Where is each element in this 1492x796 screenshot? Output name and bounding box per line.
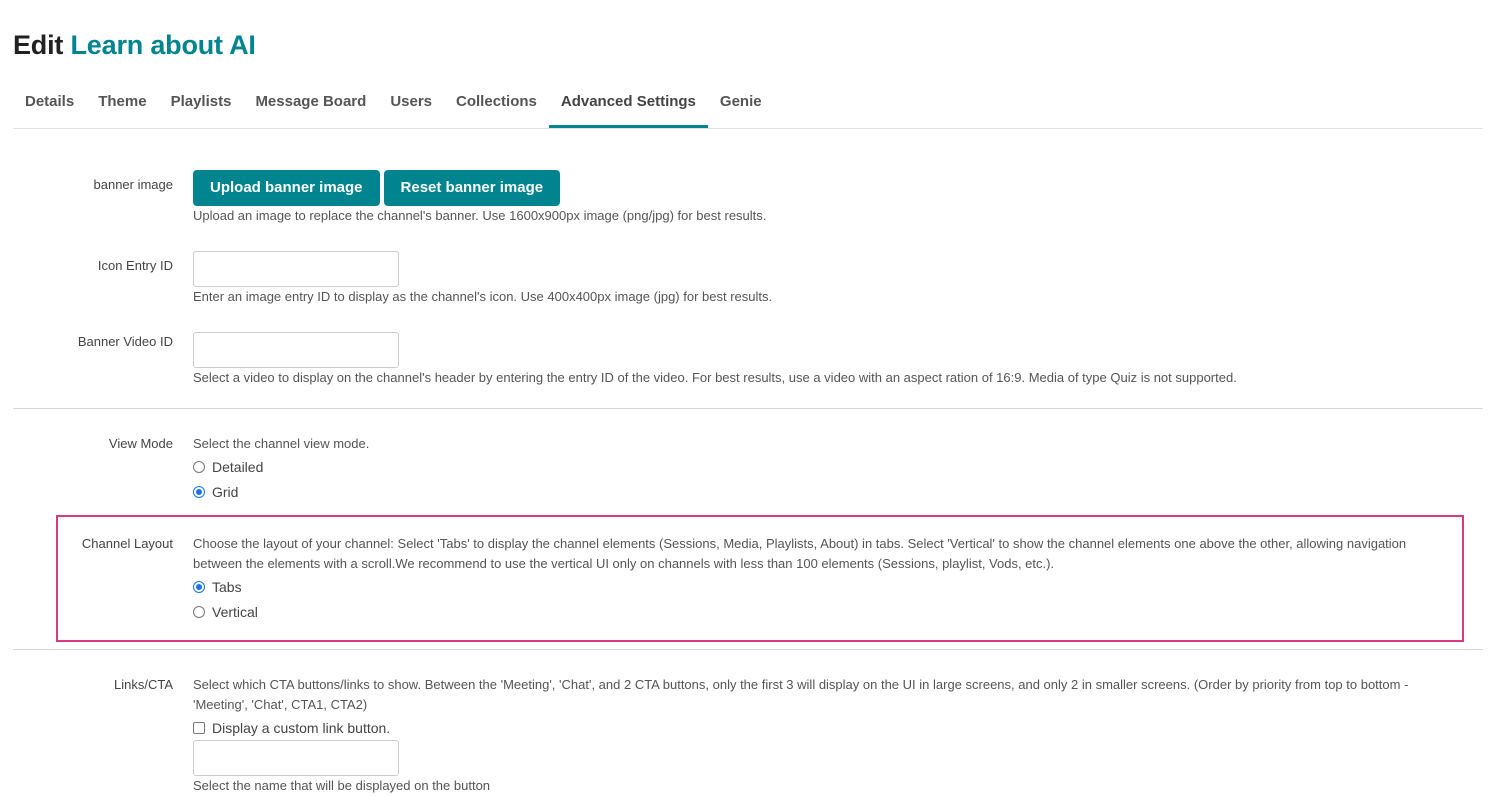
custom-link-name-help: Select the name that will be displayed o… [193, 778, 491, 793]
page-title-prefix: Edit [13, 30, 64, 60]
page-title: Edit Learn about AI [13, 26, 256, 64]
tab-bar: Details Theme Playlists Message Board Us… [13, 76, 1483, 129]
icon-entry-id-help: Enter an image entry ID to display as th… [193, 289, 773, 304]
view-mode-grid-radio[interactable] [193, 485, 205, 498]
icon-entry-id-input[interactable] [193, 251, 399, 287]
links-cta-description-line2: 'Meeting', 'Chat', CTA1, CTA2) [193, 697, 368, 712]
channel-layout-description-line2: between the elements with a scroll.We re… [193, 556, 1055, 571]
tab-users[interactable]: Users [378, 76, 444, 128]
channel-layout-option-tabs[interactable]: Tabs [193, 574, 1406, 599]
tab-playlists[interactable]: Playlists [159, 76, 244, 128]
icon-entry-id-label: Icon Entry ID [97, 258, 173, 273]
channel-layout-label: Channel Layout [81, 536, 173, 551]
view-mode-option-detailed[interactable]: Detailed [193, 454, 369, 479]
view-mode-label: View Mode [108, 436, 173, 451]
banner-video-id-input[interactable] [193, 332, 399, 368]
banner-image-label: banner image [93, 177, 174, 192]
section-divider [13, 649, 1483, 650]
banner-image-field: Upload banner image Reset banner image Up… [193, 170, 766, 226]
banner-video-id-label: Banner Video ID [77, 334, 173, 349]
tab-details[interactable]: Details [13, 76, 86, 128]
custom-link-name-input[interactable] [193, 740, 399, 776]
view-mode-option-grid[interactable]: Grid [193, 479, 369, 504]
view-mode-description: Select the channel view mode. [193, 436, 370, 451]
view-mode-detailed-radio[interactable] [193, 460, 205, 473]
view-mode-detailed-label: Detailed [212, 458, 264, 475]
channel-name: Learn about AI [70, 30, 256, 60]
view-mode-field: Select the channel view mode. Detailed G… [193, 434, 369, 504]
tab-collections[interactable]: Collections [444, 76, 549, 128]
section-divider [13, 408, 1483, 409]
tab-advanced-settings[interactable]: Advanced Settings [548, 76, 708, 128]
links-cta-description-line1: Select which CTA buttons/links to show. … [193, 677, 1409, 692]
custom-link-checkbox[interactable] [193, 721, 205, 734]
tab-genie[interactable]: Genie [708, 76, 774, 128]
channel-layout-vertical-radio[interactable] [193, 605, 205, 618]
upload-banner-image-button[interactable]: Upload banner image [193, 170, 380, 206]
custom-link-label: Display a custom link button. [212, 719, 391, 736]
links-cta-field: Select which CTA buttons/links to show. … [193, 675, 1408, 796]
links-cta-label: Links/CTA [114, 677, 173, 692]
tab-theme[interactable]: Theme [86, 76, 158, 128]
channel-layout-vertical-label: Vertical [212, 603, 258, 620]
banner-video-id-help: Select a video to display on the channel… [193, 370, 1237, 385]
channel-layout-field: Choose the layout of your channel: Selec… [193, 534, 1406, 624]
view-mode-grid-label: Grid [212, 483, 239, 500]
reset-banner-image-button[interactable]: Reset banner image [383, 170, 561, 206]
tab-message-board[interactable]: Message Board [243, 76, 378, 128]
channel-layout-option-vertical[interactable]: Vertical [193, 599, 1406, 624]
channel-layout-tabs-radio[interactable] [193, 580, 205, 593]
banner-image-help: Upload an image to replace the channel's… [193, 208, 767, 223]
custom-link-option[interactable]: Display a custom link button. [193, 715, 1408, 740]
banner-video-id-field: Select a video to display on the channel… [193, 332, 1237, 388]
icon-entry-id-field: Enter an image entry ID to display as th… [193, 251, 772, 307]
channel-layout-tabs-label: Tabs [212, 578, 242, 595]
channel-layout-description-line1: Choose the layout of your channel: Selec… [193, 536, 1407, 551]
